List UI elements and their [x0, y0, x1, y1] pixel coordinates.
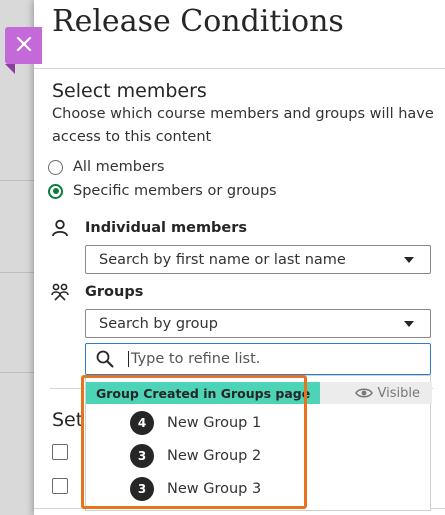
- refine-placeholder: Type to refine list.: [128, 351, 260, 367]
- radio-button[interactable]: [48, 159, 63, 175]
- group-set-name: Group Created in Groups page: [86, 382, 321, 404]
- page-backdrop: [0, 0, 34, 515]
- radio-all-members[interactable]: All members: [48, 159, 164, 175]
- groups-label: Groups: [85, 284, 144, 300]
- groups-label-row: Groups: [50, 282, 143, 302]
- radio-label: Specific members or groups: [73, 183, 277, 199]
- search-icon: [96, 349, 116, 369]
- visibility-label: Visible: [377, 385, 420, 401]
- backdrop-divider: [0, 180, 34, 181]
- group-list-item[interactable]: 3 New Group 3: [130, 477, 261, 501]
- individual-members-label: Individual members: [85, 220, 248, 236]
- select-members-description: Choose which course members and groups w…: [52, 106, 434, 145]
- select-members-heading: Select members: [52, 80, 207, 102]
- group-list-item[interactable]: 3 New Group 2: [130, 444, 261, 468]
- checkbox[interactable]: [52, 444, 68, 460]
- group-set-header: Group Created in Groups page Visible: [86, 382, 432, 404]
- radio-label: All members: [73, 159, 165, 175]
- member-count-badge: 3: [130, 444, 154, 468]
- radio-specific-members[interactable]: Specific members or groups: [48, 183, 277, 199]
- release-conditions-panel: Release Conditions Select members Choose…: [34, 0, 445, 515]
- close-icon: [16, 36, 32, 56]
- group-name: New Group 1: [167, 415, 262, 431]
- individual-members-placeholder: Search by first name or last name: [99, 251, 346, 268]
- backdrop-divider: [0, 272, 34, 273]
- group-name: New Group 2: [167, 448, 262, 464]
- individual-members-select[interactable]: Search by first name or last name: [85, 245, 431, 274]
- backdrop-divider: [0, 372, 34, 373]
- title-divider: [34, 68, 445, 69]
- group-refine-input[interactable]: Type to refine list.: [85, 343, 431, 375]
- people-icon: [50, 282, 70, 302]
- chevron-down-icon: [404, 257, 414, 263]
- radio-button-selected[interactable]: [48, 183, 63, 199]
- member-count-badge: 3: [130, 477, 154, 501]
- checkbox[interactable]: [52, 478, 68, 494]
- close-panel-button[interactable]: [5, 27, 42, 74]
- groups-select[interactable]: Search by group: [85, 309, 431, 338]
- groups-placeholder: Search by group: [99, 315, 218, 332]
- page-title: Release Conditions: [52, 4, 344, 39]
- partial-section-heading: Set: [52, 409, 84, 431]
- group-list-item[interactable]: 4 New Group 1: [130, 411, 261, 435]
- group-name: New Group 3: [167, 481, 262, 497]
- member-count-badge: 4: [130, 411, 154, 435]
- eye-icon: [354, 387, 373, 399]
- person-icon: [50, 218, 70, 238]
- group-dropdown-list: Group Created in Groups page Visible 4 N…: [85, 375, 432, 511]
- visibility-indicator: Visible: [354, 382, 420, 404]
- chevron-down-icon: [404, 321, 414, 327]
- individual-members-label-row: Individual members: [50, 218, 247, 238]
